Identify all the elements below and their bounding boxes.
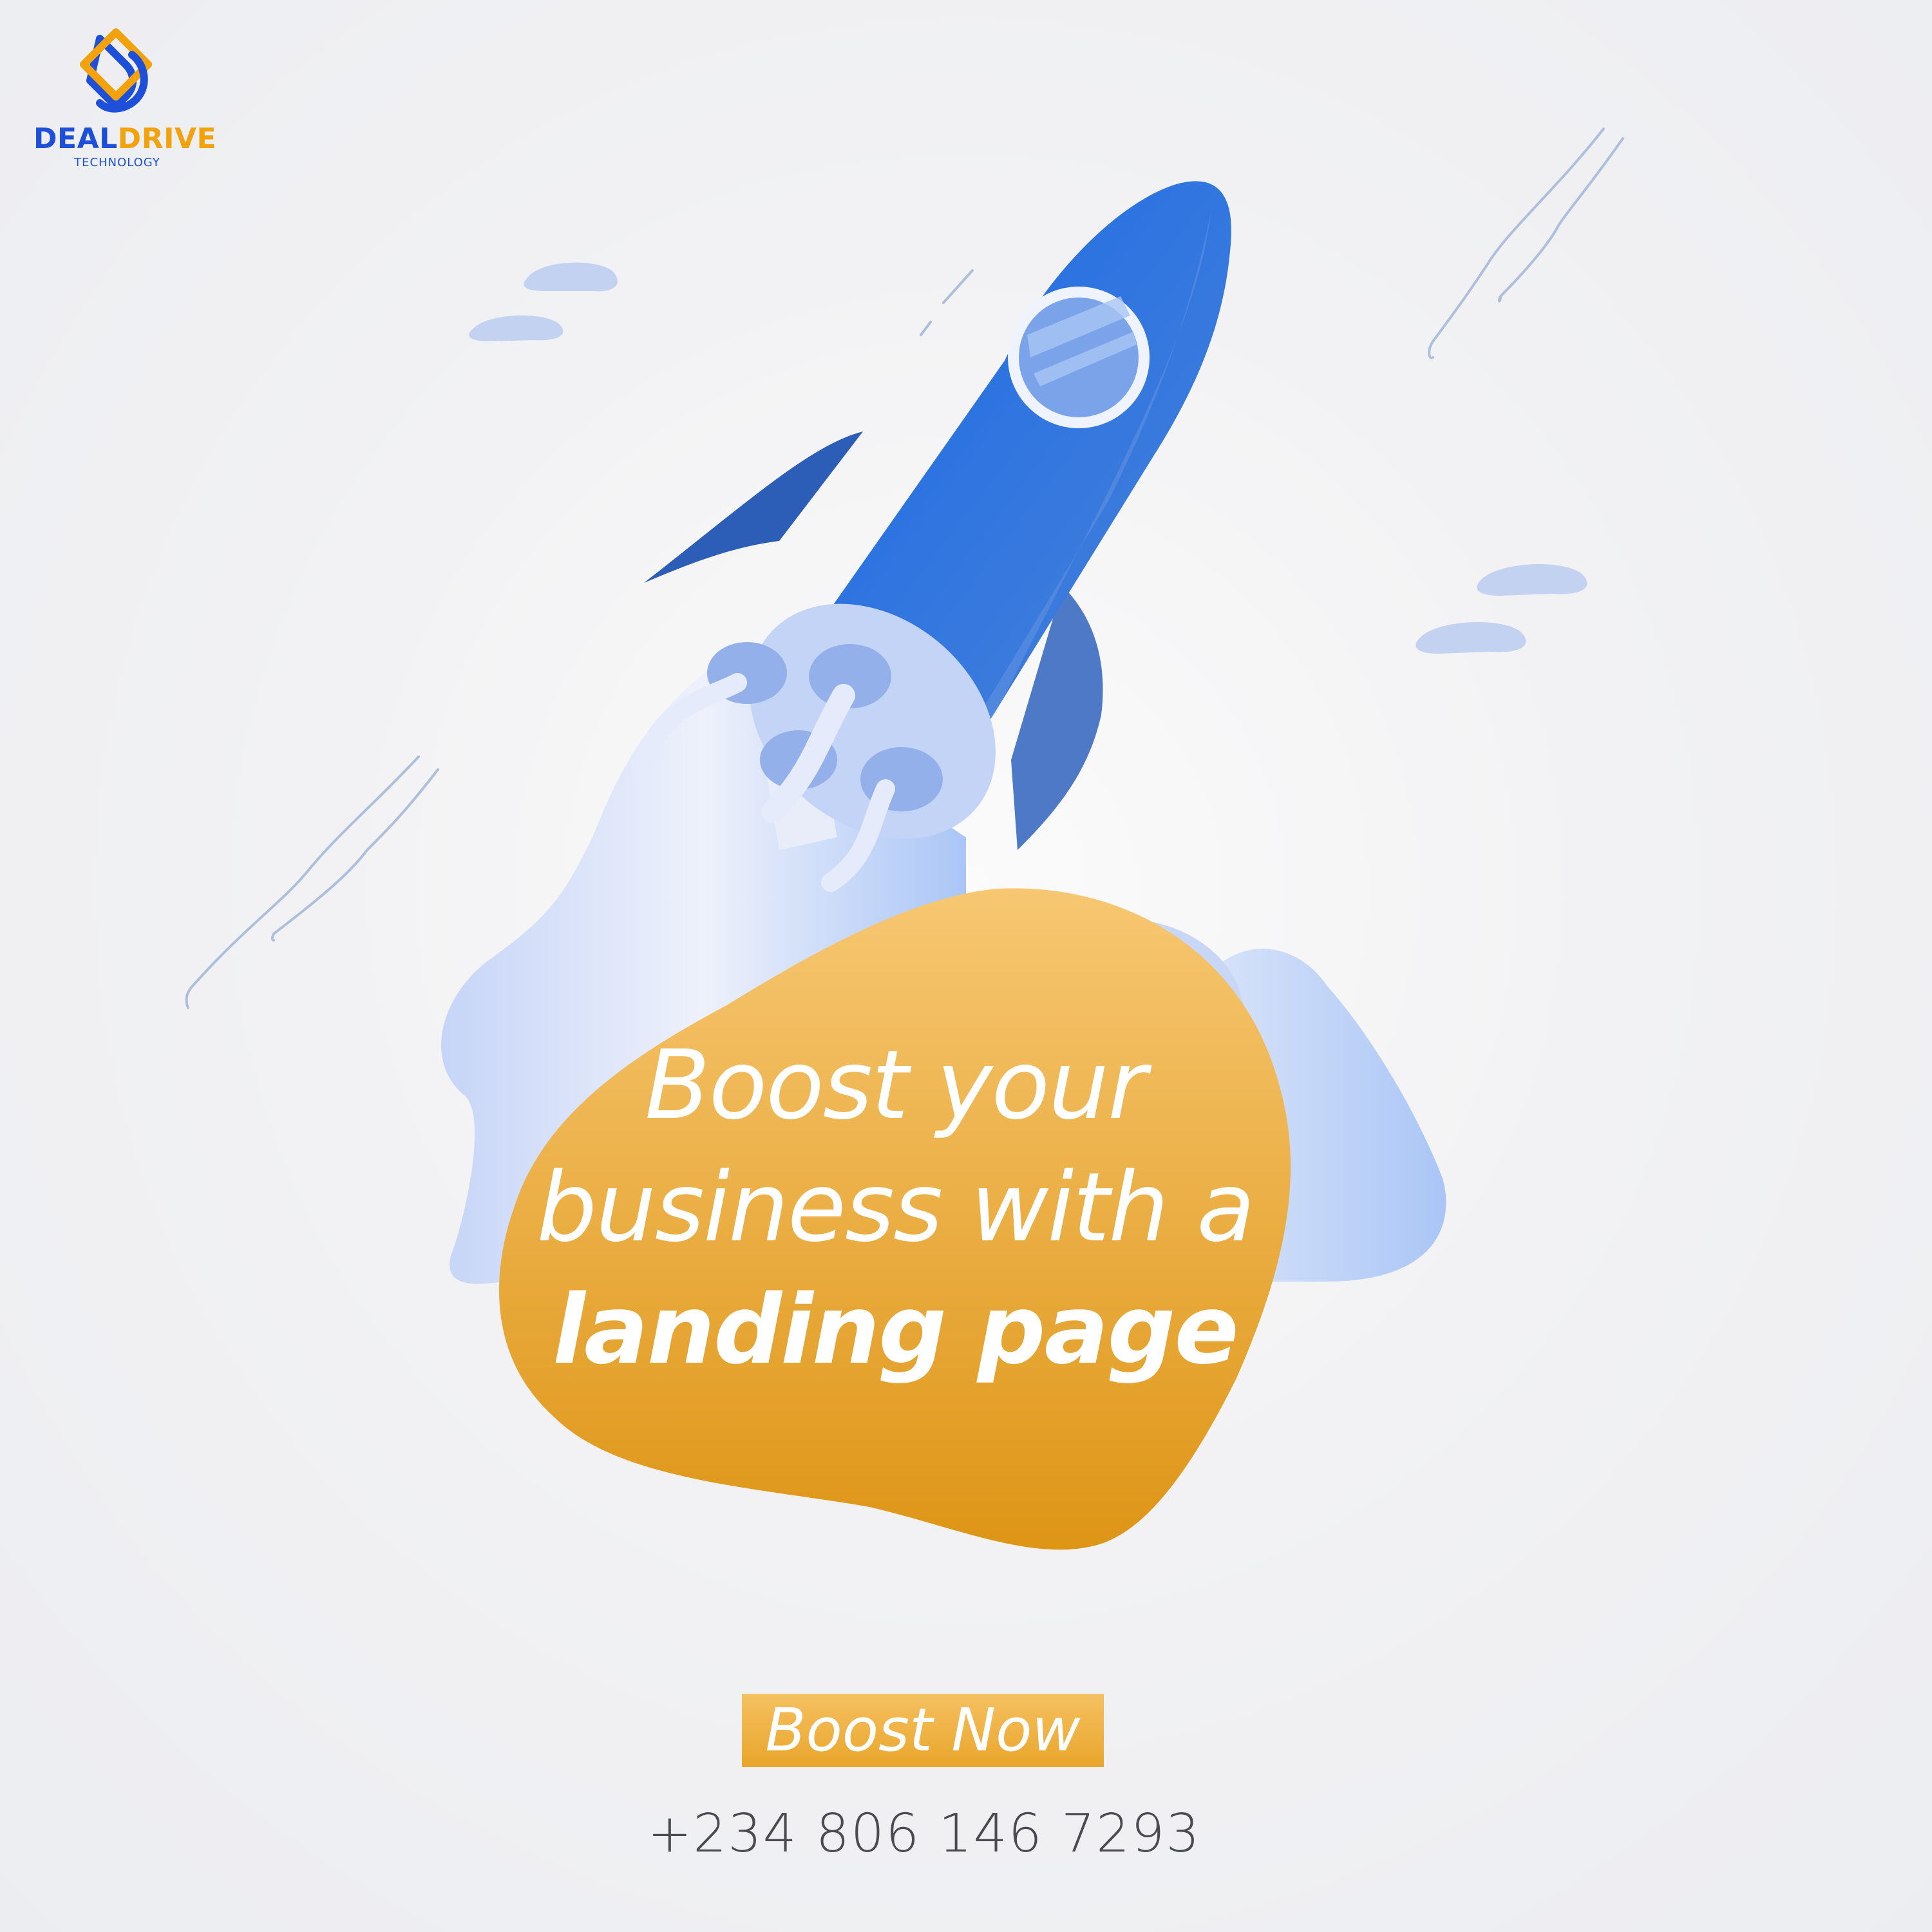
headline-line-3: landing page bbox=[553, 1274, 1239, 1385]
headline-line-2: business with a bbox=[536, 1152, 1255, 1263]
brand-name: DEALDRIVE bbox=[33, 122, 217, 155]
boost-now-button[interactable]: Boost Now bbox=[742, 1694, 1104, 1767]
brand-logo[interactable]: DEALDRIVE TECHNOLOGY bbox=[26, 26, 217, 174]
headline: Boost your business with a landing page bbox=[528, 1024, 1262, 1391]
rocket-illustration bbox=[185, 128, 1624, 1550]
headline-line-1: Boost your bbox=[645, 1030, 1147, 1141]
phone-number: +234 806 146 7293 bbox=[647, 1803, 1201, 1864]
brand-tagline: TECHNOLOGY bbox=[74, 156, 160, 169]
diamond-logo-icon bbox=[80, 28, 152, 113]
